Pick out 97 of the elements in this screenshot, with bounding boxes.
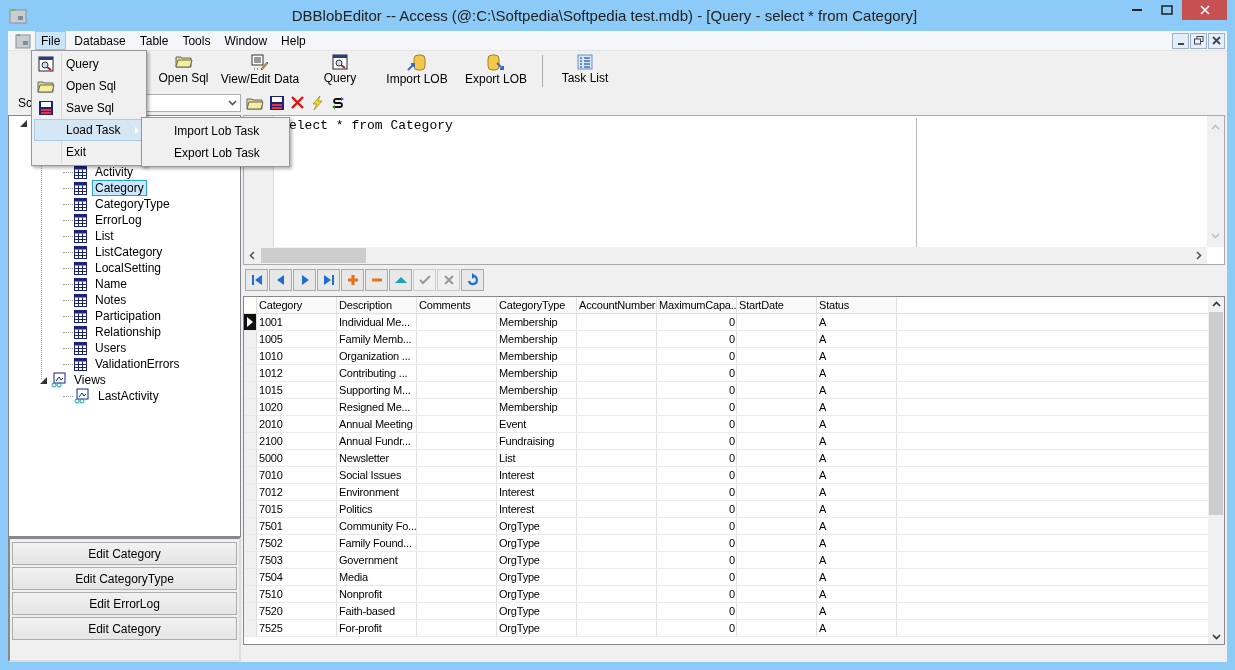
table-cell: For-profit — [339, 622, 382, 634]
table-cell: 0 — [729, 554, 735, 566]
table-cell: OrgType — [499, 622, 540, 634]
table-cell: Membership — [499, 401, 558, 413]
table-cell: 0 — [729, 452, 735, 464]
table-cell: 0 — [729, 605, 735, 617]
table-cell: Nonprofit — [339, 588, 382, 600]
table-cell: Media — [339, 571, 368, 583]
table-cell: A — [819, 469, 827, 481]
window-title: DBBlobEditor -- Access (@:C:\Softpedia\Softpedia test.mdb) - [Query - select * from Category] — [291, 7, 918, 24]
table-cell: Politics — [339, 503, 373, 515]
table-cell: Government — [339, 554, 398, 566]
table-cell: 0 — [729, 316, 735, 328]
table-cell: OrgType — [499, 554, 540, 566]
table-cell: 0 — [729, 350, 735, 362]
table-cell: 0 — [729, 469, 735, 481]
table-cell: Family Found... — [339, 537, 412, 549]
table-cell: A — [819, 350, 827, 362]
table-cell: Social Issues — [339, 469, 402, 481]
table-cell: A — [819, 435, 827, 447]
table-cell: 0 — [729, 401, 735, 413]
table-cell: 1020 — [259, 401, 283, 413]
table-cell: OrgType — [499, 605, 540, 617]
table-cell: Interest — [499, 469, 535, 481]
table-cell: 1010 — [259, 350, 283, 362]
table-cell: 0 — [729, 588, 735, 600]
table-cell: A — [819, 333, 827, 345]
table-cell: 0 — [729, 622, 735, 634]
table-cell: OrgType — [499, 588, 540, 600]
table-cell: OrgType — [499, 537, 540, 549]
table-cell: 7510 — [259, 588, 283, 600]
table-cell: 0 — [729, 418, 735, 430]
table-cell: 7525 — [259, 622, 283, 634]
table-cell: 2010 — [259, 418, 283, 430]
table-cell: A — [819, 418, 827, 430]
table-cell: 0 — [729, 520, 735, 532]
table-cell: Resigned Me... — [339, 401, 411, 413]
table-cell: Faith-based — [339, 605, 395, 617]
table-cell: Contributing ... — [339, 367, 408, 379]
table-cell: A — [819, 605, 827, 617]
table-cell: 7501 — [259, 520, 283, 532]
table-cell: A — [819, 622, 827, 634]
table-cell: Annual Meeting — [339, 418, 413, 430]
table-cell: 7010 — [259, 469, 283, 481]
table-cell: 0 — [729, 486, 735, 498]
table-cell: A — [819, 452, 827, 464]
table-cell: Membership — [499, 367, 558, 379]
table-cell: 1012 — [259, 367, 283, 379]
table-cell: Individual Me... — [339, 316, 410, 328]
table-cell: 0 — [729, 367, 735, 379]
table-cell: 0 — [729, 435, 735, 447]
table-cell: 0 — [729, 571, 735, 583]
table-cell: Newsletter — [339, 452, 389, 464]
table-cell: OrgType — [499, 571, 540, 583]
table-cell: 2100 — [259, 435, 283, 447]
table-cell: Organization ... — [339, 350, 411, 362]
table-cell: 7012 — [259, 486, 283, 498]
table-cell: 1015 — [259, 384, 283, 396]
table-cell: 1001 — [259, 316, 283, 328]
table-cell: 5000 — [259, 452, 283, 464]
table-cell: Membership — [499, 333, 558, 345]
table-cell: 7504 — [259, 571, 283, 583]
table-cell: A — [819, 571, 827, 583]
table-cell: Community Fo... — [339, 520, 417, 532]
table-cell: Annual Fundr... — [339, 435, 411, 447]
table-cell: Membership — [499, 350, 558, 362]
table-cell: OrgType — [499, 520, 540, 532]
table-cell: A — [819, 520, 827, 532]
table-cell: Membership — [499, 316, 558, 328]
table-cell: A — [819, 554, 827, 566]
field-label: Sc — [18, 95, 33, 110]
table-cell: A — [819, 367, 827, 379]
table-cell: A — [819, 401, 827, 413]
table-cell: 7502 — [259, 537, 283, 549]
table-cell: 7015 — [259, 503, 283, 515]
table-cell: 0 — [729, 333, 735, 345]
table-cell: 0 — [729, 537, 735, 549]
table-cell: Interest — [499, 503, 535, 515]
table-cell: A — [819, 503, 827, 515]
table-cell: Family Memb... — [339, 333, 412, 345]
table-cell: Interest — [499, 486, 535, 498]
table-cell: List — [499, 452, 516, 464]
table-cell: A — [819, 588, 827, 600]
table-cell: Membership — [499, 384, 558, 396]
table-cell: A — [819, 486, 827, 498]
table-cell: Event — [499, 418, 527, 430]
table-cell: 7503 — [259, 554, 283, 566]
table-cell: A — [819, 384, 827, 396]
table-cell: Fundraising — [499, 435, 555, 447]
table-cell: 7520 — [259, 605, 283, 617]
table-cell: Environment — [339, 486, 399, 498]
table-cell: 0 — [729, 503, 735, 515]
table-cell: 0 — [729, 384, 735, 396]
table-cell: Supporting M... — [339, 384, 411, 396]
table-cell: 1005 — [259, 333, 283, 345]
table-cell: A — [819, 316, 827, 328]
table-cell: A — [819, 537, 827, 549]
